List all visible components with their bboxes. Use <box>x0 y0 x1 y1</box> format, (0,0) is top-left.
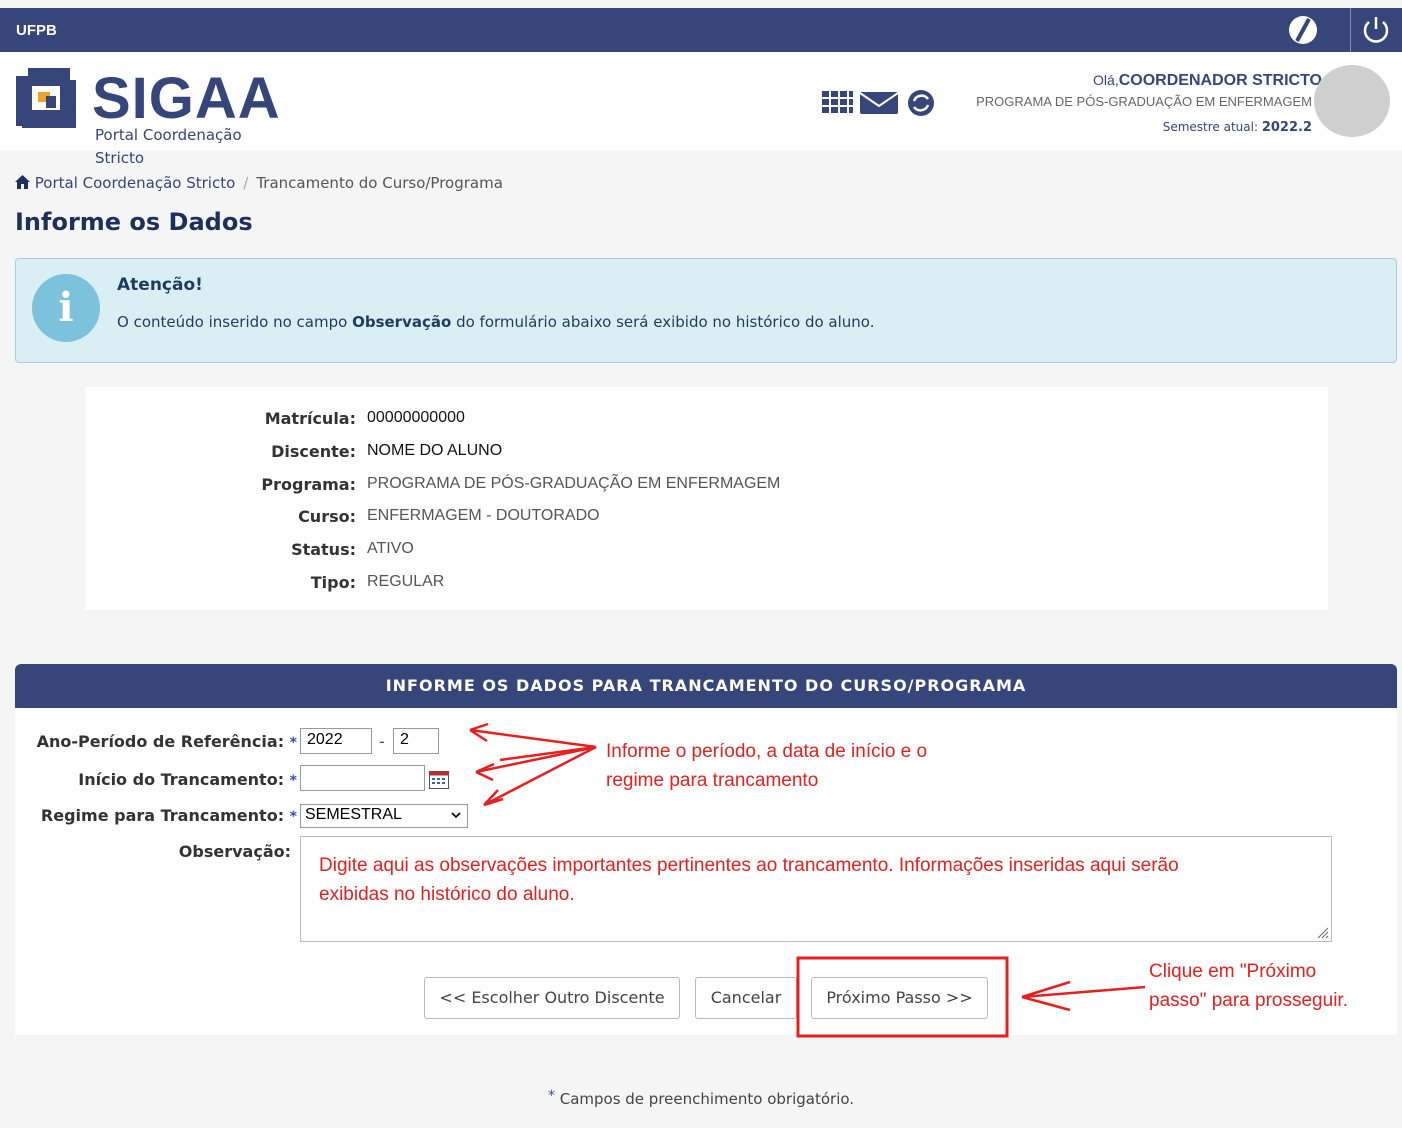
annotation-note-proximo-line1: Clique em "Próximo <box>1149 961 1317 982</box>
annotation-note-periodo-line1: Informe o período, a data de início e o <box>606 741 928 762</box>
required-fields-note: * Campos de preenchimento obrigatório. <box>0 1088 1402 1108</box>
annotation-note-proximo-line2: passo" para prosseguir. <box>1149 990 1348 1011</box>
arrow-to-inicio <box>475 745 597 782</box>
footer-star-icon: * <box>547 1088 555 1104</box>
footer-text: Campos de preenchimento obrigatório. <box>554 1090 855 1108</box>
annotation-note-periodo: Informe o período, a data de início e o … <box>606 737 927 795</box>
arrow-to-proximo <box>1021 980 1146 1012</box>
annotation-note-proximo: Clique em "Próximo passo" para prossegui… <box>1149 957 1348 1015</box>
highlight-proximo-box <box>796 956 1009 1038</box>
annotation-note-periodo-line2: regime para trancamento <box>606 770 819 791</box>
